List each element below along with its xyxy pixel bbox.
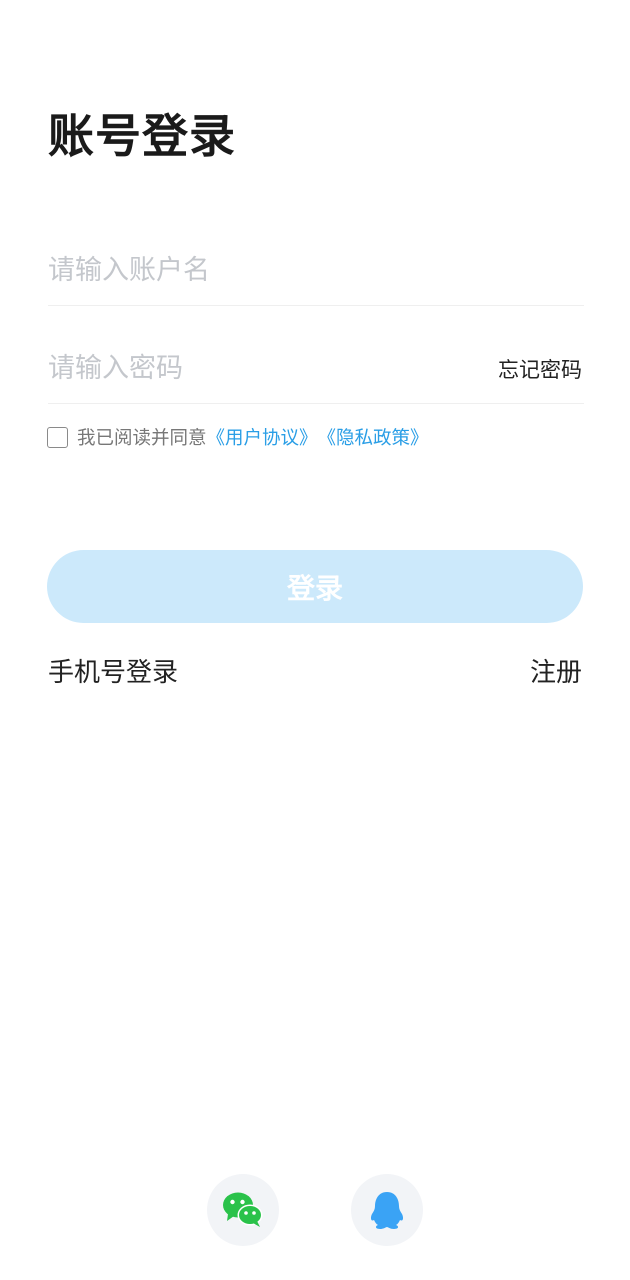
- qq-login-button[interactable]: [351, 1174, 423, 1246]
- login-button[interactable]: 登录: [47, 550, 583, 623]
- login-page: 账号登录 忘记密码 我已阅读并同意 《用户协议》 《隐私政策》 登录 手机号登录…: [0, 0, 630, 1280]
- forgot-password-link[interactable]: 忘记密码: [498, 354, 584, 384]
- wechat-login-button[interactable]: [207, 1174, 279, 1246]
- user-agreement-link[interactable]: 《用户协议》: [207, 424, 318, 450]
- agreement-text: 我已阅读并同意: [77, 428, 207, 449]
- username-field: [48, 236, 584, 306]
- password-input[interactable]: [48, 343, 468, 394]
- privacy-policy-link[interactable]: 《隐私政策》: [318, 424, 429, 450]
- wechat-icon: [223, 1192, 263, 1227]
- phone-login-link[interactable]: 手机号登录: [48, 652, 178, 689]
- agreement-row: 我已阅读并同意 《用户协议》 《隐私政策》: [47, 424, 429, 450]
- register-link[interactable]: 注册: [530, 652, 582, 689]
- username-input[interactable]: [48, 245, 468, 296]
- password-field: 忘记密码: [48, 334, 584, 404]
- page-title: 账号登录: [48, 109, 236, 163]
- agreement-checkbox[interactable]: [47, 426, 68, 448]
- qq-icon: [370, 1192, 404, 1229]
